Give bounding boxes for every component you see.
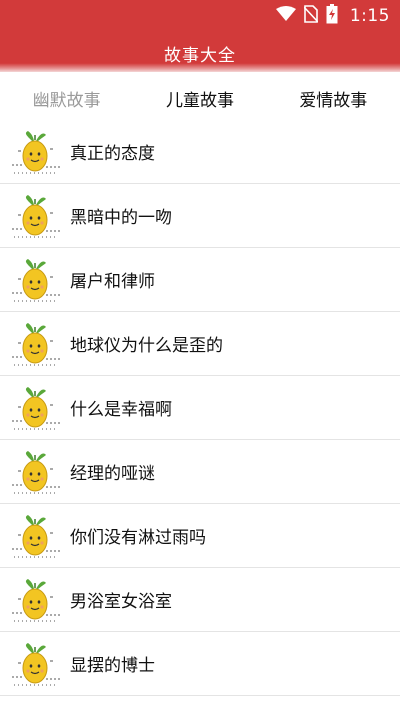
story-title: 真正的态度 <box>70 144 155 164</box>
category-tabs: 幽默故事 儿童故事 爱情故事 <box>0 72 400 124</box>
lemon-thumbnail-icon <box>10 193 62 239</box>
status-time: 1:15 <box>349 6 390 26</box>
lemon-thumbnail-icon <box>10 577 62 623</box>
battery-charging-icon <box>326 4 338 28</box>
list-item[interactable]: 你们没有淋过雨吗 <box>0 504 400 568</box>
list-item[interactable]: 什么是幸福啊 <box>0 376 400 440</box>
story-title: 黑暗中的一吻 <box>70 208 172 228</box>
list-item[interactable]: 经理的哑谜 <box>0 440 400 504</box>
no-sim-icon <box>303 5 319 27</box>
lemon-thumbnail-icon <box>10 129 62 175</box>
story-title: 屠户和律师 <box>70 272 155 292</box>
page-title: 故事大全 <box>164 46 236 66</box>
lemon-thumbnail-icon <box>10 641 62 687</box>
lemon-thumbnail-icon <box>10 257 62 303</box>
story-title: 什么是幸福啊 <box>70 400 172 420</box>
list-item[interactable]: 地球仪为什么是歪的 <box>0 312 400 376</box>
app-header: 故事大全 <box>0 32 400 72</box>
wifi-icon <box>275 6 296 26</box>
story-title: 地球仪为什么是歪的 <box>70 336 223 356</box>
lemon-thumbnail-icon <box>10 449 62 495</box>
tab-love[interactable]: 爱情故事 <box>289 80 377 117</box>
status-icons: 1:15 <box>275 4 390 28</box>
story-title: 经理的哑谜 <box>70 464 155 484</box>
list-item[interactable]: 显摆的博士 <box>0 632 400 696</box>
lemon-thumbnail-icon <box>10 385 62 431</box>
story-title: 显摆的博士 <box>70 656 155 676</box>
tab-humor[interactable]: 幽默故事 <box>23 80 111 117</box>
list-item[interactable]: 男浴室女浴室 <box>0 568 400 632</box>
story-title: 你们没有淋过雨吗 <box>70 528 206 548</box>
list-item[interactable]: 真正的态度 <box>0 120 400 184</box>
list-item[interactable]: 黑暗中的一吻 <box>0 184 400 248</box>
tab-children[interactable]: 儿童故事 <box>156 80 244 117</box>
list-item[interactable]: 屠户和律师 <box>0 248 400 312</box>
status-bar: 1:15 <box>0 0 400 32</box>
lemon-thumbnail-icon <box>10 321 62 367</box>
lemon-thumbnail-icon <box>10 513 62 559</box>
story-title: 男浴室女浴室 <box>70 592 172 612</box>
story-list: 真正的态度 黑暗中的一吻 屠户和律师 地球仪为什么是歪的 什么是幸福啊 经理的哑… <box>0 120 400 696</box>
